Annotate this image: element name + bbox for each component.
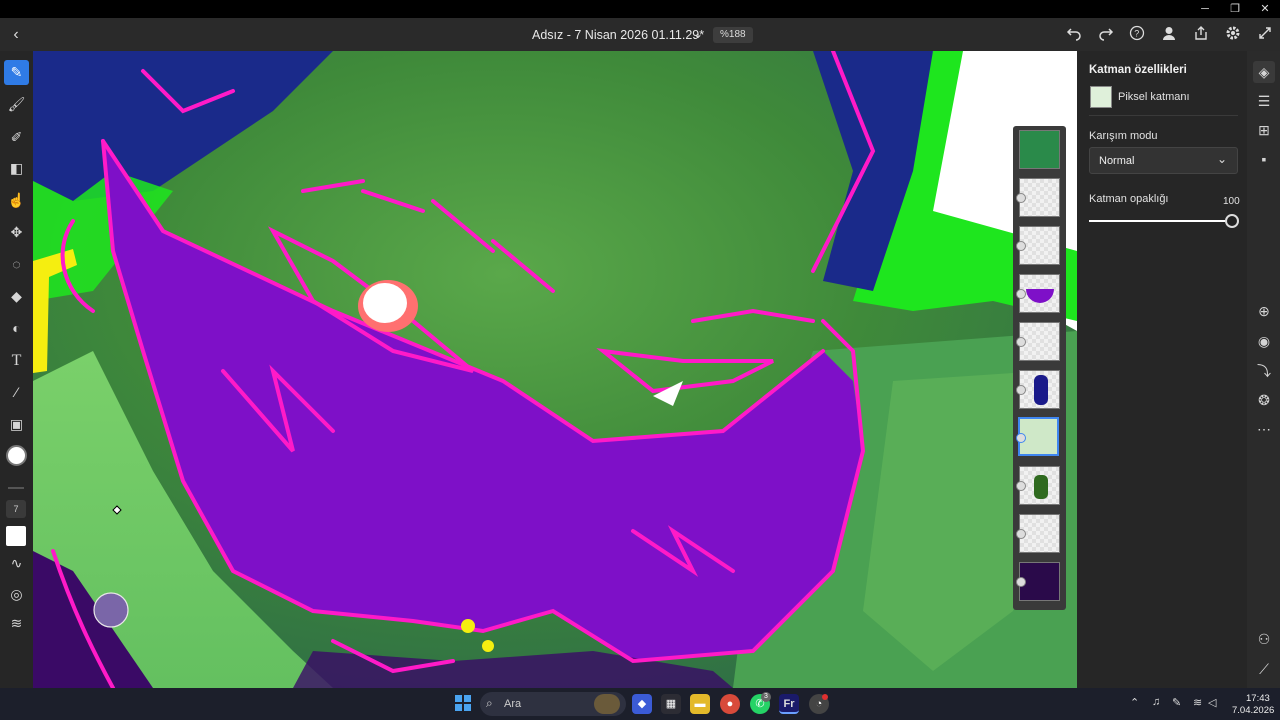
layer-visibility-dot[interactable] [1016, 433, 1026, 443]
chrome-icon[interactable]: ● [720, 694, 740, 714]
layer-visibility-dot[interactable] [1016, 241, 1026, 251]
opacity-value: 100 [1223, 196, 1240, 207]
layer-visibility-dot[interactable] [1016, 337, 1026, 347]
layer-preview-mask [1026, 289, 1054, 303]
more-icon[interactable]: ⋯ [1253, 418, 1275, 440]
image-icon[interactable]: ▣ [4, 412, 29, 437]
document-title[interactable]: Adsız - 7 Nisan 2026 01.11.29* [532, 28, 704, 42]
back-button[interactable]: ‹ [6, 25, 26, 45]
layer-preview-body [1034, 475, 1048, 499]
search-placeholder[interactable]: Ara [504, 698, 521, 710]
layer-visibility-dot[interactable] [1016, 193, 1026, 203]
chevron-down-icon[interactable]: ⌄ [693, 27, 703, 41]
artwork-image [33, 51, 1077, 688]
search-icon: ⌕ [486, 696, 493, 710]
copilot-icon[interactable]: ◆ [632, 694, 652, 714]
secondary-color-swatch[interactable] [6, 526, 26, 546]
divider [1089, 115, 1238, 116]
blend-icon[interactable]: ❂ [1253, 389, 1275, 411]
layer-visibility-dot[interactable] [1016, 529, 1026, 539]
layer-type-label: Piksel katmanı [1118, 91, 1190, 103]
account-icon[interactable] [1158, 25, 1180, 45]
layer-thumbnail[interactable] [1019, 130, 1060, 169]
blend-mode-label: Karışım modu [1089, 130, 1158, 142]
help-icon[interactable]: ? [1126, 25, 1148, 45]
fresco-app-icon[interactable]: Fr [779, 694, 799, 714]
layer-visibility-dot[interactable] [1016, 289, 1026, 299]
microphone-icon[interactable]: ♫ [1152, 696, 1160, 708]
touch-shortcut-icon[interactable]: ≋ [4, 611, 29, 636]
liquify-icon[interactable]: ◐ [4, 316, 29, 341]
smudge-icon[interactable]: ☝ [4, 188, 29, 213]
color-picker-swatch[interactable] [6, 445, 27, 466]
group-icon[interactable]: ⚇ [1253, 628, 1275, 650]
eyedropper-icon[interactable]: ⁄ [4, 380, 29, 405]
pen-icon[interactable]: ✎ [1172, 696, 1181, 709]
volume-icon[interactable]: ◁ [1208, 696, 1216, 709]
brush-settings-icon[interactable]: ◎ [4, 582, 29, 607]
layer-preview-hair [1034, 375, 1048, 405]
search-highlight-icon[interactable] [594, 694, 620, 714]
opacity-slider-fill [1089, 220, 1232, 222]
layer-visibility-dot[interactable] [1016, 481, 1026, 491]
blend-mode-value[interactable]: Normal [1099, 155, 1134, 167]
visibility-icon[interactable]: ◉ [1253, 330, 1275, 352]
pixel-brush-icon[interactable]: ✎ [4, 60, 29, 85]
minimize-button[interactable]: ─ [1190, 0, 1220, 18]
chevron-down-icon[interactable]: ⌄ [1217, 152, 1227, 166]
layer-visibility-dot[interactable] [1016, 385, 1026, 395]
windows-start-icon[interactable] [454, 694, 472, 712]
panel-title: Katman özellikleri [1089, 64, 1187, 76]
opacity-label: Katman opaklığı [1089, 193, 1169, 205]
redo-icon[interactable] [1095, 25, 1117, 45]
opacity-slider-thumb[interactable] [1225, 214, 1239, 228]
store-icon[interactable]: ▦ [661, 694, 681, 714]
wifi-icon[interactable]: ≋ [1193, 696, 1202, 709]
text-icon[interactable]: T [4, 348, 29, 373]
transform-icon[interactable]: ✥ [4, 220, 29, 245]
lasso-icon[interactable]: ◌ [4, 252, 29, 277]
stroke-smoothing-icon[interactable]: ∿ [4, 551, 29, 576]
paint-brush-icon[interactable]: 🖌 [4, 92, 29, 117]
adjustments-icon[interactable]: ☰ [1253, 90, 1275, 112]
whatsapp-badge: 3 [761, 692, 771, 702]
fullscreen-icon[interactable] [1254, 25, 1276, 45]
zoom-level[interactable]: %188 [713, 27, 753, 43]
svg-text:?: ? [1134, 29, 1139, 39]
layer-type-icon [1090, 86, 1112, 108]
mixer-brush-icon[interactable]: ✐ [4, 125, 29, 150]
add-layer-icon[interactable]: ⊕ [1253, 300, 1275, 322]
file-explorer-icon[interactable]: ▬ [690, 694, 710, 714]
brush-size-value[interactable]: 7 [6, 500, 26, 518]
settings-icon[interactable] [1222, 25, 1244, 45]
ruler-icon[interactable]: ⟋ [1253, 658, 1275, 680]
clock-date[interactable]: 7.04.2026 [1232, 705, 1274, 716]
layers-icon[interactable]: ◈ [1253, 61, 1275, 83]
window-titlebar [0, 0, 1280, 18]
eraser-icon[interactable]: ◧ [4, 156, 29, 181]
drawing-canvas[interactable] [33, 51, 1077, 688]
fill-icon[interactable]: ◆ [4, 284, 29, 309]
grid-icon[interactable]: ⊞ [1253, 119, 1275, 141]
comment-icon[interactable]: ▪ [1253, 148, 1275, 170]
notification-dot [822, 694, 828, 700]
share-icon[interactable] [1190, 25, 1212, 45]
undo-icon[interactable] [1063, 25, 1085, 45]
import-icon[interactable]: ⤵ [1253, 360, 1275, 382]
divider [8, 487, 24, 489]
clock-time[interactable]: 17:43 [1246, 693, 1270, 704]
tray-chevron-icon[interactable]: ⌃ [1130, 696, 1139, 709]
close-button[interactable]: ✕ [1250, 0, 1280, 18]
layer-visibility-dot[interactable] [1016, 577, 1026, 587]
maximize-button[interactable]: ❐ [1220, 0, 1250, 18]
